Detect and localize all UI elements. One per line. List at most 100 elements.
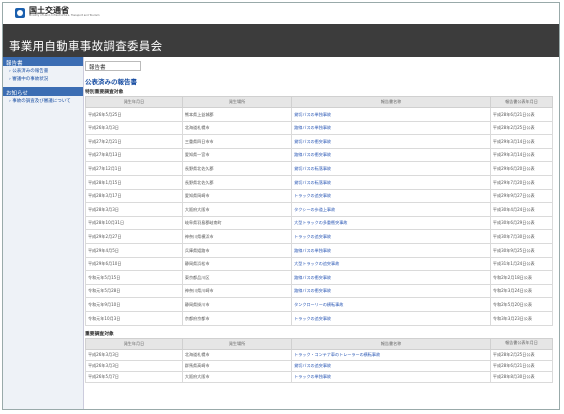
table-row: 平成26年3月3日 群馬県高崎市 貸切バスの追突事故 平成28年6月21日公表 bbox=[85, 359, 554, 372]
cell-place: 神奈川県川崎市 bbox=[181, 283, 293, 299]
cell-date: 令和元年5月28日 bbox=[85, 283, 183, 299]
table-row: 平成29年4月5日 兵庫県姫路市 路線バスの単独事故 平成30年9月25日公表 bbox=[85, 242, 554, 258]
cell-report-link[interactable]: 貸切バスの転落事故 bbox=[291, 161, 491, 176]
cell-place: 岐阜県羽島郡岐南町 bbox=[181, 215, 293, 231]
cell-date: 平成27年8月13日 bbox=[85, 147, 183, 163]
cell-report-link[interactable]: 路線バスの単独事故 bbox=[291, 120, 491, 136]
cell-date: 令和元年9月10日 bbox=[85, 297, 183, 312]
cell-report-link[interactable]: タクシーの歩道上事故 bbox=[291, 202, 491, 217]
site-title: 事業用自動車事故調査委員会 bbox=[9, 39, 163, 53]
cell-date: 平成27年2月21日 bbox=[85, 134, 183, 149]
cell-published-date: 平成29年3月14日公表 bbox=[489, 147, 554, 163]
cell-published-date: 平成29年9月27日公表 bbox=[489, 188, 554, 204]
main-content: 報告書 公表済みの報告書 特別重要調査対象 発生年月日 発生場所 報告書名称 報… bbox=[85, 57, 554, 409]
column-header-published: 報告書公表年月日 bbox=[489, 337, 554, 350]
reports-table-special: 発生年月日 発生場所 報告書名称 報告書公表年月日 平成26年5月25日 熊本県上… bbox=[85, 96, 554, 326]
cell-published-date: 令和2年2月18日公表 bbox=[489, 270, 554, 285]
cell-place: 兵庫県姫路市 bbox=[181, 242, 293, 258]
cell-date: 平成28年1月15日 bbox=[85, 174, 183, 190]
cell-report-link[interactable]: トラックの追突事故 bbox=[291, 310, 491, 326]
table-row: 平成28年3月17日 愛知県岡崎市 トラックの追突事故 平成29年9月27日公表 bbox=[85, 188, 554, 204]
table-row: 平成28年10月31日 岐阜県羽島郡岐南町 大型トラックの多重衝突事故 平成30年6月… bbox=[85, 215, 554, 231]
table-row: 平成26年5月25日 熊本県上益城郡 貸切バスの単独事故 平成28年6月21日公表 bbox=[85, 107, 554, 122]
cell-report-link[interactable]: 貸切バスの単独事故 bbox=[291, 107, 491, 122]
column-header-place: 発生場所 bbox=[181, 96, 293, 108]
column-header-published: 報告書公表年月日 bbox=[489, 96, 554, 108]
cell-report-link[interactable]: 路線バスの衝突事故 bbox=[291, 270, 491, 285]
cell-published-date: 平成28年2月25日公表 bbox=[489, 348, 554, 361]
table-row: 平成26年5月7日 大阪府大阪市 トラックの単独事故 平成28年8月30日公表 bbox=[85, 370, 554, 383]
cell-place: 静岡県浜松市 bbox=[181, 256, 293, 272]
cell-date: 平成29年2月27日 bbox=[85, 229, 183, 244]
cell-published-date: 令和2年3月24日公表 bbox=[489, 283, 554, 299]
column-header-report: 報告書名称 bbox=[291, 96, 491, 108]
cell-date: 平成26年5月25日 bbox=[85, 107, 183, 122]
cell-published-date: 平成28年8月30日公表 bbox=[489, 370, 554, 383]
cell-published-date: 平成30年6月29日公表 bbox=[489, 215, 554, 231]
cell-place: 北海道札幌市 bbox=[181, 120, 293, 136]
cell-report-link[interactable]: 大型トラックの多重衝突事故 bbox=[291, 215, 491, 231]
table-row: 平成28年1月15日 長野県北佐久郡 貸切バスの転落事故 平成29年7月20日公表 bbox=[85, 174, 554, 190]
cell-report-link[interactable]: トラックの単独事故 bbox=[291, 370, 491, 383]
cell-place: 愛知県一宮市 bbox=[181, 147, 293, 163]
cell-place: 群馬県高崎市 bbox=[181, 359, 293, 372]
cell-report-link[interactable]: トラックの追突事故 bbox=[291, 229, 491, 244]
cell-published-date: 平成31年1月24日公表 bbox=[489, 256, 554, 272]
cell-report-link[interactable]: 路線バスの衝突事故 bbox=[291, 147, 491, 163]
cell-report-link[interactable]: トラック・コンテナ車のトレーラーの横転事故 bbox=[291, 348, 491, 361]
cell-report-link[interactable]: タンクローリーの横転事故 bbox=[291, 297, 491, 312]
cell-published-date: 平成29年6月20日公表 bbox=[489, 161, 554, 176]
cell-place: 長野県北佐久郡 bbox=[181, 161, 293, 176]
cell-place: 長野県北佐久郡 bbox=[181, 174, 293, 190]
table-row: 令和元年5月28日 神奈川県川崎市 路線バスの衝突事故 令和2年3月24日公表 bbox=[85, 283, 554, 299]
cell-published-date: 令和3年3月23日公表 bbox=[489, 310, 554, 326]
cell-published-date: 平成30年9月25日公表 bbox=[489, 242, 554, 258]
cell-report-link[interactable]: 路線バスの単独事故 bbox=[291, 242, 491, 258]
tab-reports[interactable]: 報告書 bbox=[85, 61, 141, 71]
cell-published-date: 平成30年4月24日公表 bbox=[489, 202, 554, 217]
cell-report-link[interactable]: 貸切バスの転落事故 bbox=[291, 174, 491, 190]
org-header: 国土交通省 Ministry of Land, Infrastructure, … bbox=[3, 3, 559, 22]
table-body-special: 平成26年5月25日 熊本県上益城郡 貸切バスの単独事故 平成28年6月21日公表 平成… bbox=[85, 107, 554, 326]
group-title-special: 特別重要調査対象 bbox=[85, 90, 124, 95]
cell-place: 大阪府大阪市 bbox=[181, 202, 293, 217]
title-banner: 事業用自動車事故調査委員会 bbox=[3, 24, 559, 57]
cell-report-link[interactable]: 貸切バスの衝突事故 bbox=[291, 134, 491, 149]
cell-place: 静岡県掛川市 bbox=[181, 297, 293, 312]
cell-report-link[interactable]: 路線バスの衝突事故 bbox=[291, 283, 491, 299]
cell-date: 平成26年5月7日 bbox=[85, 370, 183, 383]
cell-published-date: 平成29年3月14日公表 bbox=[489, 134, 554, 149]
cell-date: 令和元年10月3日 bbox=[85, 310, 183, 326]
table-row: 平成28年3月3日 大阪府大阪市 タクシーの歩道上事故 平成30年4月24日公表 bbox=[85, 202, 554, 217]
group-title-important: 重要調査対象 bbox=[85, 331, 114, 337]
cell-date: 平成27年12月1日 bbox=[85, 161, 183, 176]
cell-date: 平成28年10月31日 bbox=[85, 215, 183, 231]
sidebar-item-investigation-info[interactable]: 事故の調査及び審議について bbox=[3, 98, 83, 106]
cell-date: 平成28年3月3日 bbox=[85, 202, 183, 217]
sidebar-item-published-reports[interactable]: 公表済みの報告書 bbox=[3, 68, 83, 76]
cell-date: 平成29年6月10日 bbox=[85, 256, 183, 272]
cell-place: 東京都品川区 bbox=[181, 270, 293, 285]
sidebar-item-under-review[interactable]: 審議中の事故状況 bbox=[3, 76, 83, 84]
mlit-logo-icon[interactable] bbox=[15, 7, 25, 18]
cell-published-date: 平成28年6月21日公表 bbox=[489, 359, 554, 372]
cell-place: 京都府京都市 bbox=[181, 310, 293, 326]
table-row: 平成29年2月27日 神奈川県横浜市 トラックの追突事故 平成30年7月30日公表 bbox=[85, 229, 554, 244]
cell-report-link[interactable]: 大型トラックの追突事故 bbox=[291, 256, 491, 272]
sidebar: 報告書 公表済みの報告書 審議中の事故状況 お知らせ 事故の調査及び審議について bbox=[3, 57, 84, 409]
cell-published-date: 平成29年7月20日公表 bbox=[489, 174, 554, 190]
cell-date: 平成28年3月17日 bbox=[85, 188, 183, 204]
table-row: 平成27年2月21日 三重県四日市市 貸切バスの衝突事故 平成29年3月14日公表 bbox=[85, 134, 554, 149]
table-row: 平成26年3月3日 北海道札幌市 路線バスの単独事故 平成28年2月25日公表 bbox=[85, 120, 554, 136]
page-title: 公表済みの報告書 bbox=[85, 78, 137, 86]
cell-report-link[interactable]: 貸切バスの追突事故 bbox=[291, 359, 491, 372]
org-logo-text[interactable]: 国土交通省 Ministry of Land, Infrastructure, … bbox=[29, 7, 100, 18]
cell-date: 平成26年3月3日 bbox=[85, 348, 183, 361]
cell-place: 北海道札幌市 bbox=[181, 348, 293, 361]
column-header-report: 報告書名称 bbox=[291, 337, 491, 350]
column-header-date: 発生年月日 bbox=[85, 96, 183, 108]
cell-published-date: 平成30年7月30日公表 bbox=[489, 229, 554, 244]
sidebar-heading-reports: 報告書 bbox=[3, 57, 83, 67]
cell-report-link[interactable]: トラックの追突事故 bbox=[291, 188, 491, 204]
table-row: 平成29年6月10日 静岡県浜松市 大型トラックの追突事故 平成31年1月24日公表 bbox=[85, 256, 554, 272]
